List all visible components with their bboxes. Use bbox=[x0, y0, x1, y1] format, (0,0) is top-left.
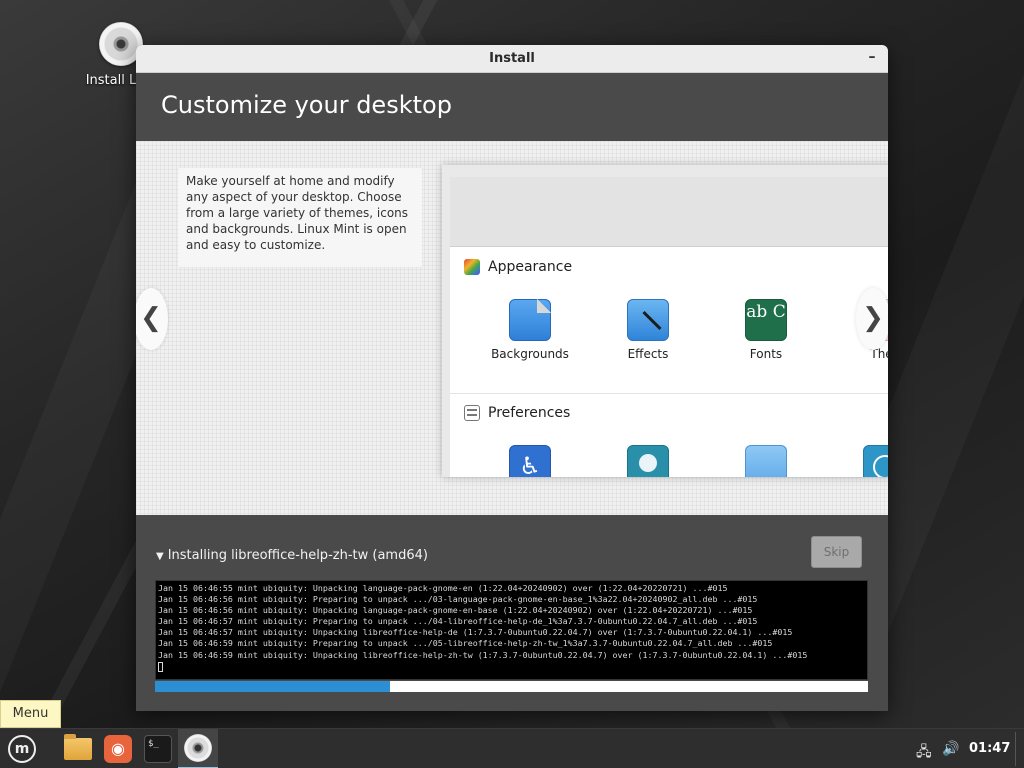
slide-screenshot: Appearance Backgrounds Effects ab C Font… bbox=[442, 165, 888, 477]
tile-label: Fonts bbox=[749, 347, 783, 361]
next-slide-button[interactable]: ❯ bbox=[856, 288, 888, 350]
taskbar: m ◉ $_ 🖧 🔊 01:47 bbox=[0, 728, 1024, 768]
show-desktop-button[interactable] bbox=[1015, 732, 1021, 766]
minimize-button[interactable]: – bbox=[864, 50, 880, 67]
log-line: Jan 15 06:46:59 mint ubiquity: Unpacking… bbox=[158, 649, 808, 660]
tile-label: Backgrounds bbox=[491, 347, 569, 361]
slide-description: Make yourself at home and modify any asp… bbox=[178, 168, 422, 267]
preferences-section-label: Preferences bbox=[488, 405, 571, 421]
preferences-section: Preferences bbox=[464, 405, 570, 421]
slideshow: Make yourself at home and modify any asp… bbox=[136, 141, 888, 515]
triangle-down-icon: ▼ bbox=[156, 551, 164, 562]
skip-button[interactable]: Skip bbox=[811, 536, 862, 568]
settings-toolbar bbox=[450, 177, 888, 247]
tile-accessibility: ♿ bbox=[480, 445, 580, 477]
tile-backgrounds: Backgrounds bbox=[480, 299, 580, 361]
clock-icon bbox=[863, 445, 888, 477]
tile-account bbox=[598, 445, 698, 477]
log-line: Jan 15 06:46:56 mint ubiquity: Preparing… bbox=[158, 594, 758, 605]
progress-fill bbox=[155, 681, 391, 692]
network-icon[interactable]: 🖧 bbox=[916, 741, 932, 765]
appearance-section-label: Appearance bbox=[488, 259, 573, 275]
previous-slide-button[interactable]: ❮ bbox=[136, 288, 168, 350]
progress-area: ▼ Installing libreoffice-help-zh-tw (amd6… bbox=[136, 515, 888, 711]
appearance-icon bbox=[464, 259, 480, 275]
folder-icon bbox=[64, 734, 92, 760]
backgrounds-icon bbox=[509, 299, 551, 341]
account-icon bbox=[627, 445, 669, 477]
menu-button[interactable]: m bbox=[2, 729, 42, 768]
preferences-icon bbox=[464, 405, 480, 421]
tile-label: Effects bbox=[627, 347, 669, 361]
log-line: Jan 15 06:46:55 mint ubiquity: Unpacking… bbox=[158, 583, 728, 593]
install-progress-bar bbox=[155, 681, 868, 692]
install-status: Installing libreoffice-help-zh-tw (amd64… bbox=[167, 548, 428, 563]
install-window: Install – Customize your desktop Make yo… bbox=[136, 45, 888, 711]
log-line: Jan 15 06:46:57 mint ubiquity: Preparing… bbox=[158, 616, 758, 627]
tile-datetime bbox=[834, 445, 888, 477]
taskbar-installer[interactable] bbox=[178, 729, 218, 768]
disc-icon bbox=[184, 734, 212, 762]
tile-fonts: ab C Fonts bbox=[716, 299, 816, 361]
clock[interactable]: 01:47 bbox=[969, 741, 1010, 756]
applets-icon bbox=[745, 445, 787, 477]
effects-icon bbox=[627, 299, 669, 341]
menu-tooltip: Menu bbox=[0, 700, 61, 728]
log-line: Jan 15 06:46:57 mint ubiquity: Unpacking… bbox=[158, 627, 793, 638]
install-log[interactable]: Jan 15 06:46:55 mint ubiquity: Unpacking… bbox=[155, 580, 868, 680]
window-titlebar[interactable]: Install – bbox=[136, 45, 888, 73]
settings-preview: Appearance Backgrounds Effects ab C Font… bbox=[450, 177, 888, 477]
fonts-icon: ab C bbox=[745, 299, 787, 341]
terminal-icon: $_ bbox=[144, 735, 172, 763]
taskbar-firefox[interactable]: ◉ bbox=[98, 729, 138, 768]
page-title: Customize your desktop bbox=[136, 73, 888, 141]
tile-applets bbox=[716, 445, 816, 477]
taskbar-files[interactable] bbox=[58, 729, 98, 768]
details-toggle[interactable]: ▼ Installing libreoffice-help-zh-tw (amd6… bbox=[156, 548, 428, 563]
window-title: Install bbox=[489, 51, 535, 66]
mint-logo-icon: m bbox=[8, 735, 36, 763]
section-divider bbox=[450, 393, 888, 394]
accessibility-icon: ♿ bbox=[509, 445, 551, 477]
tile-effects: Effects bbox=[598, 299, 698, 361]
log-line: Jan 15 06:46:59 mint ubiquity: Preparing… bbox=[158, 638, 773, 649]
appearance-section: Appearance bbox=[464, 259, 572, 275]
terminal-cursor bbox=[158, 661, 163, 672]
taskbar-terminal[interactable]: $_ bbox=[138, 729, 178, 768]
firefox-icon: ◉ bbox=[104, 735, 132, 763]
volume-icon[interactable]: 🔊 bbox=[942, 741, 959, 757]
log-line: Jan 15 06:46:56 mint ubiquity: Unpacking… bbox=[158, 605, 753, 616]
